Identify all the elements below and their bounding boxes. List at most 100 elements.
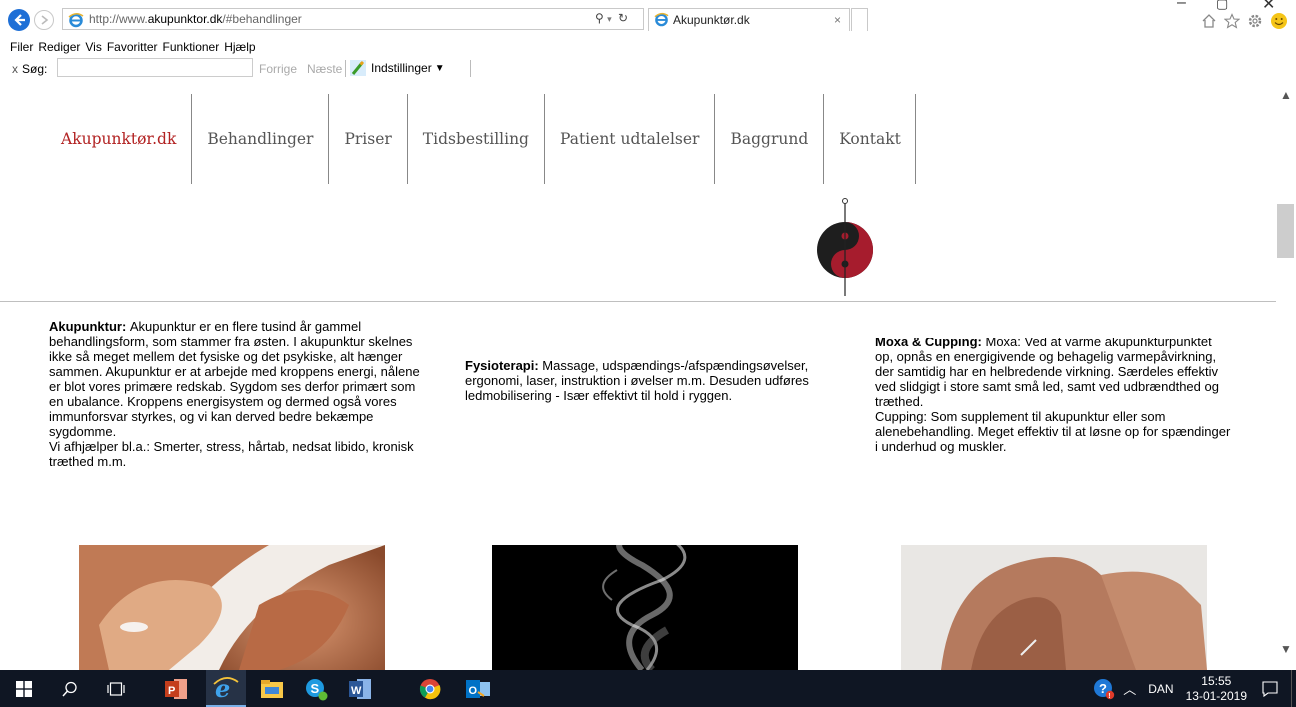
task-view-button[interactable] (96, 670, 136, 707)
find-separator (345, 60, 346, 77)
treatment-moxa-cupping: Moxa & Cupping: Moxa: Ved at varme akupu… (875, 338, 1231, 474)
restore-icon[interactable]: ▢ (1216, 0, 1228, 12)
browser-chrome: http://www.akupunktor.dk/#behandlinger ⚲… (0, 0, 1296, 82)
find-close-button[interactable]: x (12, 62, 18, 76)
internet-explorer-icon: e (213, 676, 239, 700)
massage-photo (79, 545, 385, 670)
page-scrollbar[interactable]: ▲ ▼ (1276, 82, 1296, 670)
find-next-button[interactable]: Næste (307, 62, 342, 76)
nav-link-priser[interactable]: Priser (329, 94, 408, 184)
skype-icon: S (306, 678, 328, 700)
svg-text:P: P (168, 685, 175, 697)
find-options-button[interactable]: Indstillinger ▼ (350, 60, 445, 76)
chevron-down-icon: ▼ (434, 62, 445, 74)
taskbar-internet-explorer[interactable]: e (206, 670, 246, 707)
home-icon[interactable] (1201, 13, 1217, 29)
outlook-icon: O (466, 679, 490, 698)
language-indicator[interactable]: DAN (1148, 682, 1173, 696)
find-prev-button[interactable]: Forrige (259, 62, 297, 76)
tab-title: Akupunktør.dk (673, 13, 750, 27)
clock[interactable]: 15:55 13-01-2019 (1186, 674, 1247, 704)
treatment-text-2: Cupping: Som supplement til akupunktur e… (875, 409, 1231, 454)
find-bar: x Søg: Forrige Næste Indstillinger ▼ (0, 57, 1296, 79)
forward-button[interactable] (34, 10, 54, 30)
word-icon: W (349, 678, 371, 699)
arrow-right-icon (41, 15, 49, 25)
menu-item-funktioner[interactable]: Funktioner (163, 40, 220, 54)
svg-text:W: W (351, 685, 362, 697)
find-input[interactable] (57, 58, 253, 77)
address-tools: ⚲ ▾ ↻ (595, 11, 628, 25)
taskbar-skype[interactable]: S (296, 670, 336, 707)
windows-taskbar: P e S W O ?! ︿ DAN 15:55 13-01-2019 (0, 670, 1296, 707)
menu-item-hjaelp[interactable]: Hjælp (224, 40, 255, 54)
clock-date: 13-01-2019 (1185, 688, 1247, 703)
nav-link-patient-udtalelser[interactable]: Patient udtalelser (545, 94, 716, 184)
highlighter-icon (350, 60, 366, 76)
ie-tab-icon (654, 12, 669, 32)
show-desktop-strip[interactable] (1291, 670, 1296, 707)
task-view-icon (107, 681, 125, 696)
arrow-left-icon (14, 14, 25, 26)
menu-bar: Filer Rediger Vis Favoritter Funktioner … (10, 40, 256, 54)
help-notification-icon[interactable]: ?! (1093, 678, 1115, 700)
chrome-icon (419, 678, 441, 699)
minimize-icon[interactable]: – (1177, 0, 1186, 12)
nav-link-kontakt[interactable]: Kontakt (824, 94, 916, 184)
menu-item-favoritter[interactable]: Favoritter (107, 40, 158, 54)
ie-page-icon (68, 12, 84, 33)
treatment-text: Moxa: Ved at varme akupunkturpunktet op,… (875, 338, 1219, 409)
scroll-thumb[interactable] (1277, 204, 1294, 258)
address-bar[interactable]: http://www.akupunktor.dk/#behandlinger ⚲… (62, 8, 644, 30)
treatment-heading: Fysioterapi: (465, 358, 543, 373)
treatment-akupunktur: Akupunktur: Akupunktur er en flere tusin… (49, 319, 421, 469)
windows-logo-icon (16, 680, 32, 697)
page-viewport: Akupunktør.dk Behandlinger Priser Tidsbe… (0, 82, 1276, 670)
treatment-text-2: Vi afhjælper bl.a.: Smerter, stress, hår… (49, 439, 414, 469)
svg-text:?: ? (1099, 681, 1107, 696)
smiley-feedback-icon[interactable] (1270, 12, 1288, 30)
find-separator-2 (470, 60, 471, 77)
header-divider (0, 301, 1276, 302)
taskbar-powerpoint[interactable]: P (156, 670, 196, 707)
taskbar-outlook[interactable]: O (458, 670, 498, 707)
cupping-hand-photo (901, 545, 1207, 670)
scroll-down-icon[interactable]: ▼ (1280, 642, 1292, 656)
treatment-text: Akupunktur er en flere tusind år gammel … (49, 319, 420, 439)
treatment-fysioterapi: Fysioterapi: Massage, udspændings-/afspæ… (465, 358, 815, 403)
action-center-icon[interactable] (1261, 680, 1279, 698)
refresh-icon[interactable]: ↻ (618, 11, 628, 25)
new-tab-button[interactable] (851, 8, 868, 31)
search-icon (62, 681, 77, 697)
tab-close-button[interactable]: × (834, 13, 841, 27)
menu-item-rediger[interactable]: Rediger (38, 40, 80, 54)
nav-link-home[interactable]: Akupunktør.dk (48, 94, 193, 184)
search-icon[interactable]: ⚲ (595, 11, 604, 25)
tray-expand-icon[interactable]: ︿ (1123, 679, 1136, 698)
taskbar-word[interactable]: W (340, 670, 380, 707)
url-text: http://www.akupunktor.dk/#behandlinger (89, 12, 302, 26)
taskbar-search-button[interactable] (50, 670, 90, 707)
nav-link-baggrund[interactable]: Baggrund (715, 94, 825, 184)
nav-link-behandlinger[interactable]: Behandlinger (192, 94, 330, 184)
find-label: Søg: (22, 62, 48, 76)
treatment-heading: Moxa & Cupping: (875, 338, 986, 349)
nav-link-tidsbestilling[interactable]: Tidsbestilling (408, 94, 545, 184)
treatment-heading: Akupunktur: (49, 319, 130, 334)
folder-icon (261, 679, 283, 698)
taskbar-file-explorer[interactable] (252, 670, 292, 707)
gear-icon[interactable] (1247, 13, 1263, 29)
menu-item-vis[interactable]: Vis (85, 40, 101, 54)
moxa-smoke-photo (492, 545, 798, 670)
site-navigation: Akupunktør.dk Behandlinger Priser Tidsbe… (48, 94, 916, 184)
yin-yang-needle-logo (815, 196, 875, 303)
chevron-down-icon[interactable]: ▾ (607, 14, 612, 24)
favorites-star-icon[interactable] (1224, 13, 1240, 29)
browser-tab[interactable]: Akupunktør.dk × (648, 8, 850, 31)
menu-item-filer[interactable]: Filer (10, 40, 33, 54)
back-button[interactable] (8, 9, 30, 31)
scroll-up-icon[interactable]: ▲ (1280, 88, 1292, 102)
taskbar-chrome[interactable] (410, 670, 450, 707)
svg-text:S: S (311, 681, 320, 696)
start-button[interactable] (4, 670, 44, 707)
